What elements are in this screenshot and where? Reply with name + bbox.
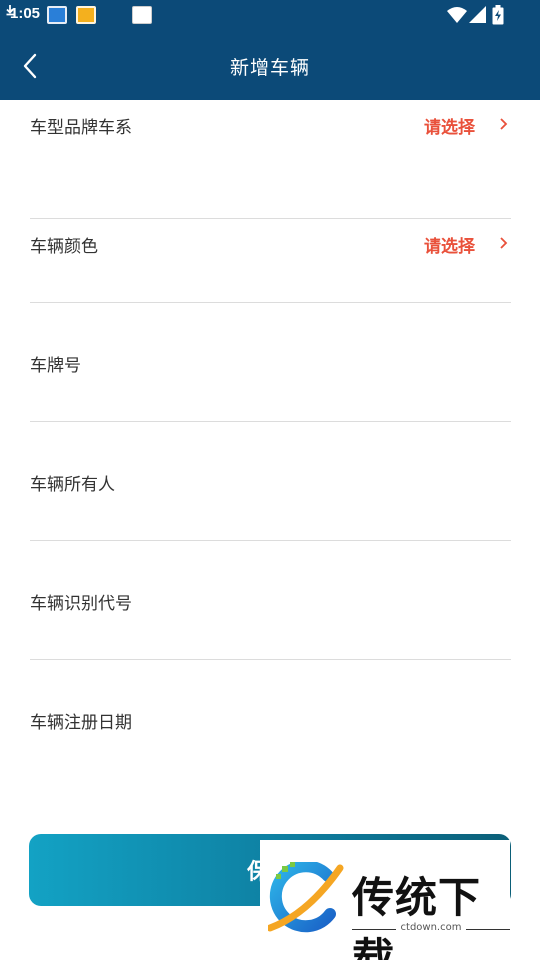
field-label: 车牌号 <box>30 356 81 376</box>
watermark-overlay: 传统下载 ctdown.com <box>260 840 510 960</box>
screen: 1:05 新增车辆 车型品牌车系 请选择 车辆颜色 请选择 车牌号 车辆所有人 … <box>0 0 540 960</box>
app-notification-icon <box>76 6 96 24</box>
field-label: 车辆颜色 <box>30 237 98 257</box>
page-title: 新增车辆 <box>229 57 310 79</box>
app-notification-icon <box>47 6 67 24</box>
signal-icon <box>469 6 486 23</box>
field-vehicle-owner[interactable]: 车辆所有人 <box>30 422 511 541</box>
field-registration-date[interactable]: 车辆注册日期 <box>30 660 511 779</box>
field-vehicle-color[interactable]: 车辆颜色 请选择 <box>30 184 511 303</box>
watermark-url: ctdown.com <box>400 922 462 933</box>
app-bar: 新增车辆 <box>0 32 540 100</box>
watermark-logo-icon <box>268 862 344 933</box>
field-label: 车辆所有人 <box>30 475 115 495</box>
select-placeholder: 请选择 <box>424 118 475 138</box>
watermark-text: 传统下载 <box>352 873 482 960</box>
app-notification-icon <box>132 6 152 24</box>
field-label: 车辆识别代号 <box>30 594 132 614</box>
select-placeholder: 请选择 <box>424 237 475 257</box>
field-label: 车辆注册日期 <box>30 713 132 733</box>
wifi-icon <box>447 7 467 23</box>
watermark-divider <box>466 929 510 930</box>
chevron-right-icon <box>500 118 508 130</box>
field-vin[interactable]: 车辆识别代号 <box>30 541 511 660</box>
field-label: 车型品牌车系 <box>30 118 132 138</box>
field-plate-number[interactable]: 车牌号 <box>30 303 511 422</box>
status-bar: 1:05 <box>0 0 540 32</box>
chevron-right-icon <box>500 237 508 249</box>
battery-charging-icon <box>492 5 504 25</box>
